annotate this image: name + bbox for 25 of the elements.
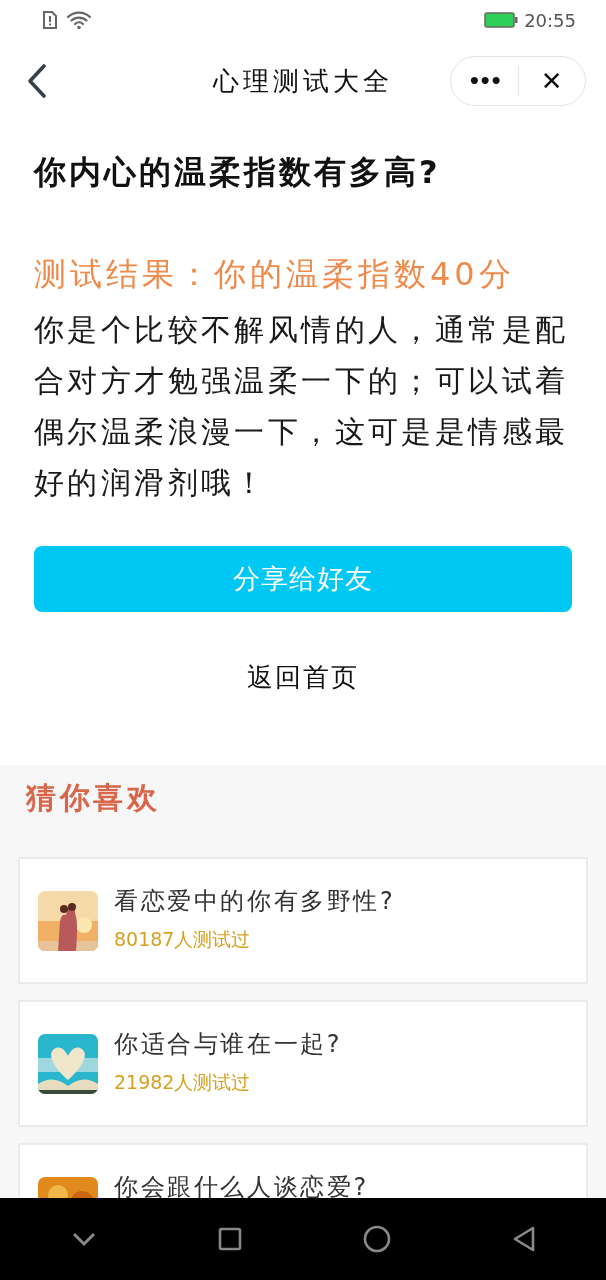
participant-count: 80187人测试过 [114,927,252,952]
quiz-title: 你会跟什么人谈恋爱? [114,1172,369,1198]
quiz-title: 看恋爱中的你有多野性? [114,886,396,917]
recents-icon[interactable] [217,1227,242,1251]
more-button[interactable]: ••• [451,57,518,105]
back-triangle-icon[interactable] [511,1225,536,1253]
quiz-card[interactable]: 你会跟什么人谈恋爱? [18,1143,588,1198]
home-link[interactable]: 返回首页 [247,660,359,695]
home-icon[interactable] [362,1225,391,1253]
participant-count: 21982人测试过 [114,1070,252,1095]
quiz-card[interactable]: 你适合与谁在一起? 21982人测试过 [18,1000,588,1127]
quiz-card[interactable]: 看恋爱中的你有多野性? 80187人测试过 [18,857,588,984]
chevron-down-icon[interactable] [70,1231,97,1247]
result-description: 你是个比较不解风情的人，通常是配合对方才勉强温柔一下的；可以试着偶尔温柔浪漫一下，这可是是情感最好的润滑剂哦！ [34,311,570,502]
sim-alert-icon [42,11,58,29]
back-icon[interactable] [26,63,48,99]
result-heading: 测试结果：你的温柔指数40分 [34,254,516,295]
status-time: 20:55 [524,9,576,31]
battery-icon [484,12,519,28]
section-heading: 猜你喜欢 [24,779,161,817]
quiz-title: 你适合与谁在一起? [114,1029,343,1060]
wifi-icon [66,10,92,30]
quiz-title: 你内心的温柔指数有多高? [34,152,442,192]
close-button[interactable]: ✕ [518,57,585,105]
page-title: 心理测试大全 [211,64,394,98]
